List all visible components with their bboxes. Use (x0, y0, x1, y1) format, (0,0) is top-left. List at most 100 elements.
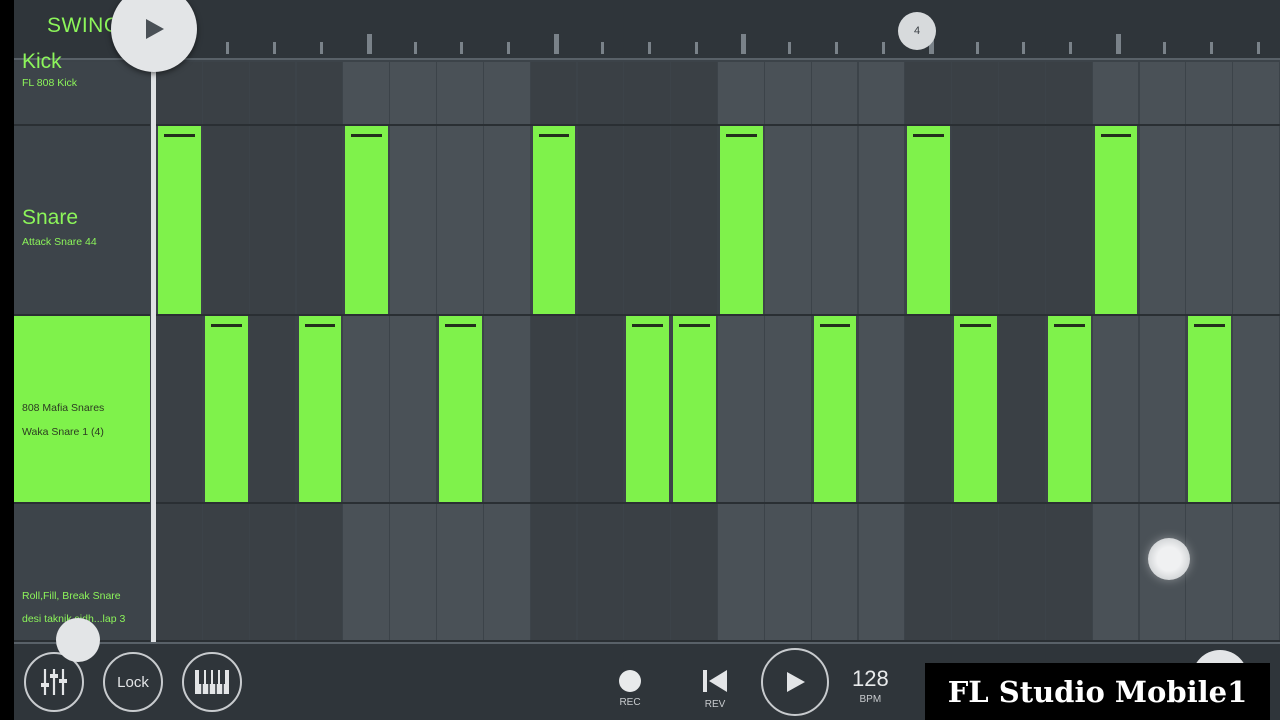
step-cell[interactable] (1045, 62, 1092, 124)
channel-kick[interactable]: Kick FL 808 Kick (14, 50, 150, 126)
lock-button[interactable]: Lock (103, 652, 163, 712)
step-cell[interactable] (999, 504, 1045, 640)
step-cell-on[interactable] (158, 126, 201, 314)
step-cell-on[interactable] (298, 316, 342, 502)
step-cell[interactable] (1233, 316, 1279, 502)
step-cell[interactable] (858, 316, 905, 502)
step-cell[interactable] (577, 504, 624, 640)
step-cell[interactable] (1186, 126, 1233, 314)
step-cell[interactable] (624, 62, 671, 124)
step-cell[interactable] (249, 316, 296, 502)
step-cell[interactable] (483, 62, 530, 124)
step-cell[interactable] (764, 126, 811, 314)
channel-808-mafia-snares[interactable]: 808 Mafia Snares Waka Snare 1 (4) (14, 316, 150, 504)
step-cell[interactable] (343, 62, 390, 124)
step-cell[interactable] (296, 126, 343, 314)
timeline-ruler[interactable] (154, 30, 1280, 54)
step-cell[interactable] (952, 504, 998, 640)
step-cell[interactable] (296, 62, 343, 124)
step-cell[interactable] (202, 126, 249, 314)
step-cell[interactable] (905, 504, 952, 640)
step-cell[interactable] (858, 126, 905, 314)
step-cell[interactable] (858, 504, 905, 640)
step-cell[interactable] (671, 504, 717, 640)
step-cell[interactable] (437, 62, 483, 124)
step-cell[interactable] (530, 316, 577, 502)
step-cell[interactable] (390, 62, 436, 124)
step-cell[interactable] (577, 316, 624, 502)
step-cell-on[interactable] (204, 316, 248, 502)
step-cell-on[interactable] (1047, 316, 1091, 502)
step-cell[interactable] (1233, 504, 1279, 640)
step-cell[interactable] (1233, 62, 1279, 124)
step-cell[interactable] (1139, 62, 1186, 124)
step-cell[interactable] (249, 504, 296, 640)
step-cell[interactable] (671, 126, 717, 314)
step-cell-on[interactable] (813, 316, 857, 502)
step-cell[interactable] (671, 62, 717, 124)
tempo-control[interactable]: 128 BPM (852, 666, 889, 705)
step-cell[interactable] (811, 126, 858, 314)
step-cell[interactable] (764, 316, 811, 502)
step-cell-on[interactable] (907, 126, 951, 314)
step-cell[interactable] (1092, 504, 1139, 640)
step-cell[interactable] (202, 62, 249, 124)
step-cell-on[interactable] (954, 316, 997, 502)
step-cell[interactable] (249, 62, 296, 124)
step-cell[interactable] (437, 126, 483, 314)
step-cell[interactable] (1233, 126, 1279, 314)
step-cell[interactable] (343, 504, 390, 640)
step-cell[interactable] (999, 62, 1045, 124)
step-cell[interactable] (577, 126, 624, 314)
step-cell[interactable] (530, 62, 577, 124)
step-cell[interactable] (483, 316, 530, 502)
step-cell-on[interactable] (439, 316, 482, 502)
step-cell[interactable] (530, 504, 577, 640)
step-cell[interactable] (952, 126, 998, 314)
step-cell[interactable] (905, 62, 952, 124)
step-cell[interactable] (156, 504, 202, 640)
step-cell[interactable] (390, 316, 436, 502)
step-cell[interactable] (718, 504, 764, 640)
step-cell[interactable] (156, 316, 202, 502)
step-cell[interactable] (156, 62, 202, 124)
rev-button[interactable]: REV (701, 668, 729, 710)
step-cell[interactable] (858, 62, 905, 124)
step-cell[interactable] (437, 504, 483, 640)
step-cell[interactable] (811, 504, 858, 640)
step-cell[interactable] (343, 316, 390, 502)
step-cell[interactable] (1092, 62, 1139, 124)
playhead[interactable] (151, 40, 156, 642)
step-cell[interactable] (764, 504, 811, 640)
step-cell[interactable] (1092, 316, 1139, 502)
swing-label[interactable]: SWING (47, 14, 121, 38)
step-cell[interactable] (952, 62, 998, 124)
step-cell[interactable] (718, 316, 764, 502)
step-cell[interactable] (483, 126, 530, 314)
step-cell-on[interactable] (1188, 316, 1232, 502)
channel-snare[interactable]: Snare Attack Snare 44 (14, 126, 150, 316)
step-cell[interactable] (1186, 62, 1233, 124)
step-cell[interactable] (296, 504, 343, 640)
step-cell-on[interactable] (532, 126, 576, 314)
step-cell-on[interactable] (1094, 126, 1138, 314)
step-cell[interactable] (1045, 126, 1092, 314)
step-cell[interactable] (390, 126, 436, 314)
step-cell[interactable] (999, 316, 1045, 502)
step-cell[interactable] (624, 504, 671, 640)
step-cell[interactable] (577, 62, 624, 124)
step-cell[interactable] (390, 504, 436, 640)
step-cell[interactable] (999, 126, 1045, 314)
step-cell[interactable] (1139, 316, 1186, 502)
scroll-knob[interactable] (56, 618, 100, 662)
piano-roll-button[interactable] (182, 652, 242, 712)
step-cell[interactable] (202, 504, 249, 640)
step-cell-on[interactable] (626, 316, 670, 502)
step-cell-on[interactable] (720, 126, 763, 314)
step-cell[interactable] (1186, 504, 1233, 640)
rec-button[interactable]: REC (619, 670, 641, 708)
position-marker[interactable]: 4 (898, 12, 936, 50)
step-cell[interactable] (905, 316, 952, 502)
step-cell[interactable] (718, 62, 764, 124)
step-cell[interactable] (811, 62, 858, 124)
